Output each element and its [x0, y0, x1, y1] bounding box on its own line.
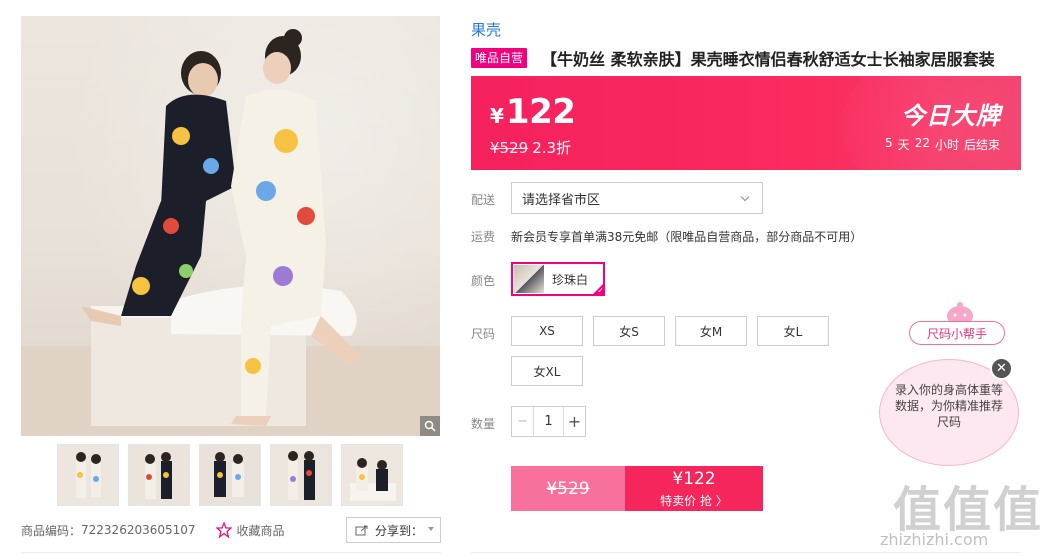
zoom-button[interactable]: [420, 416, 440, 436]
magnifier-icon: [424, 420, 436, 432]
price-sub: ¥529 2.3折: [490, 137, 571, 158]
quantity-label: 数量: [471, 417, 496, 431]
size-option[interactable]: 女L: [757, 316, 829, 346]
size-helper-tab[interactable]: 尺码小帮手: [909, 321, 1005, 345]
favorite-button[interactable]: 收藏商品: [215, 522, 285, 539]
shipping-text: 新会员专享首单满38元免邮（限唯品自营商品，部分商品不可用）: [511, 230, 863, 244]
shipping-label: 运费: [471, 230, 496, 244]
price-value: 122: [505, 92, 576, 132]
title-row: 唯品自营 【牛奶丝 柔软亲肤】果壳睡衣情侣春秋舒适女士长袖家居服套装: [471, 46, 995, 70]
size-helper-text: 录入你的身高体重等数据，为你精准推荐尺码: [894, 383, 1003, 429]
size-option[interactable]: XS: [511, 316, 583, 346]
size-option[interactable]: 女S: [593, 316, 665, 346]
close-icon[interactable]: ✕: [990, 357, 1013, 380]
share-label: 分享到：: [375, 523, 424, 538]
thumbnail[interactable]: [199, 444, 261, 506]
favorite-label: 收藏商品: [236, 523, 285, 538]
size-option[interactable]: 女XL: [511, 356, 583, 386]
countdown-hours-unit: 小时: [934, 138, 959, 152]
chevron-down-icon: [740, 192, 750, 202]
product-meta-row: 商品编码： 722326203605107 收藏商品 分享到：: [21, 516, 441, 544]
color-option-selected[interactable]: 珍珠白 ✓: [511, 262, 605, 296]
countdown-days-unit: 天: [897, 138, 910, 152]
quantity-stepper: − 1 +: [511, 406, 586, 437]
product-title: 【牛奶丝 柔软亲肤】果壳睡衣情侣春秋舒适女士长袖家居服套装: [541, 50, 995, 69]
thumbnail[interactable]: [128, 444, 190, 506]
size-option[interactable]: 女M: [675, 316, 747, 346]
thumbnail[interactable]: [341, 444, 403, 506]
region-select[interactable]: 请选择省市区: [511, 182, 763, 214]
countdown-hours: 22: [914, 136, 930, 150]
region-placeholder: 请选择省市区: [522, 192, 601, 208]
share-dropdown[interactable]: 分享到：: [346, 517, 441, 543]
color-swatch: [514, 265, 544, 293]
watermark-url: zhizhizhi.com: [880, 530, 989, 549]
size-label: 尺码: [471, 327, 496, 341]
discount-rate: 2.3折: [532, 139, 572, 157]
price-banner: ¥ 122 ¥529 2.3折 今日大牌 5 天 22 小时 后结束: [471, 76, 1021, 170]
quantity-increase-button[interactable]: +: [563, 407, 585, 436]
color-label: 颜色: [471, 274, 496, 288]
countdown: 5 天 22 小时 后结束: [885, 136, 1000, 153]
countdown-days: 5: [885, 136, 893, 150]
share-icon: [355, 525, 368, 536]
current-price: ¥ 122: [490, 92, 576, 132]
buy-price: ¥122: [672, 469, 716, 489]
quantity-value[interactable]: 1: [534, 407, 563, 436]
quantity-decrease-button[interactable]: −: [512, 407, 534, 436]
countdown-suffix: 后结束: [963, 138, 1000, 152]
brand-link[interactable]: 果壳: [471, 19, 501, 40]
sku-value: 722326203605107: [81, 523, 196, 537]
self-operated-badge: 唯品自营: [471, 48, 528, 68]
buy-action-label: 特卖价 抢 〉: [660, 494, 728, 508]
buy-now-button[interactable]: ¥122 特卖价 抢 〉: [625, 466, 763, 511]
product-main-image[interactable]: [21, 16, 440, 436]
check-icon: ✓: [591, 282, 605, 296]
promo-title: 今日大牌: [901, 102, 1001, 130]
color-name: 珍珠白: [552, 272, 589, 287]
currency-symbol: ¥: [490, 104, 504, 128]
thumbnail[interactable]: [57, 444, 119, 506]
thumbnail[interactable]: [270, 444, 332, 506]
couple-pajama-photo: [81, 29, 361, 426]
original-price: ¥529: [490, 138, 529, 157]
divider: [471, 552, 1021, 553]
divider: [21, 552, 441, 553]
sku-label: 商品编码：: [21, 523, 82, 538]
original-price-button[interactable]: ¥529: [511, 466, 625, 511]
delivery-label: 配送: [471, 193, 496, 207]
chevron-down-icon: [428, 527, 434, 531]
star-icon: [215, 522, 232, 538]
thumbnail-strip: [57, 444, 403, 506]
